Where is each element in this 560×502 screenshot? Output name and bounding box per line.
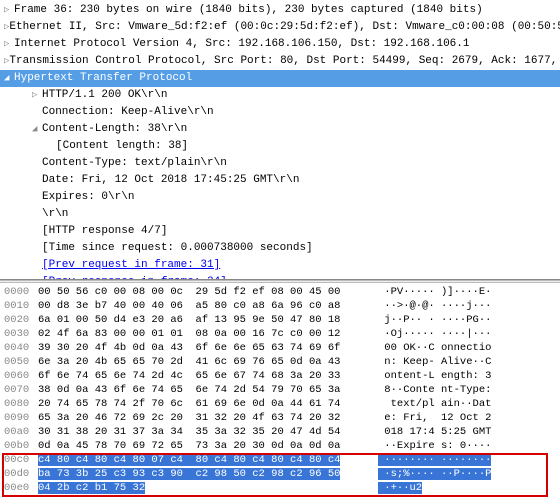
- hex-row[interactable]: 001000 d8 3e b7 40 00 40 06 a5 80 c0 a8 …: [4, 299, 556, 313]
- hex-row[interactable]: 000000 50 56 c0 00 08 00 0c 29 5d f2 ef …: [4, 285, 556, 299]
- hex-row[interactable]: 00506e 3a 20 4b 65 65 70 2d 41 6c 69 76 …: [4, 355, 556, 369]
- ethernet-layer[interactable]: ▷Ethernet II, Src: Vmware_5d:f2:ef (00:0…: [0, 19, 560, 36]
- tcp-layer[interactable]: ▷Transmission Control Protocol, Src Port…: [0, 53, 560, 70]
- hex-row-selected[interactable]: 00c0c4 80 c4 80 c4 80 07 c4 80 c4 80 c4 …: [4, 453, 556, 467]
- hex-row[interactable]: 009065 3a 20 46 72 69 2c 20 31 32 20 4f …: [4, 411, 556, 425]
- http-connection[interactable]: Connection: Keep-Alive\r\n: [0, 104, 560, 121]
- hex-row[interactable]: 008020 74 65 78 74 2f 70 6c 61 69 6e 0d …: [4, 397, 556, 411]
- http-layer[interactable]: ◢Hypertext Transfer Protocol: [0, 70, 560, 87]
- hex-row[interactable]: 004039 30 20 4f 4b 0d 0a 43 6f 6e 6e 65 …: [4, 341, 556, 355]
- hex-row[interactable]: 00b00d 0a 45 78 70 69 72 65 73 3a 20 30 …: [4, 439, 556, 453]
- hex-row-selected[interactable]: 00d0ba 73 3b 25 c3 93 c3 90 c2 98 50 c2 …: [4, 467, 556, 481]
- packet-details-pane[interactable]: ▷Frame 36: 230 bytes on wire (1840 bits)…: [0, 0, 560, 280]
- packet-bytes-pane[interactable]: 000000 50 56 c0 00 08 00 0c 29 5d f2 ef …: [0, 283, 560, 497]
- http-content-length-value[interactable]: [Content length: 38]: [0, 138, 560, 155]
- http-content-type[interactable]: Content-Type: text/plain\r\n: [0, 155, 560, 172]
- hex-row[interactable]: 00206a 01 00 50 d4 e3 20 a6 af 13 95 9e …: [4, 313, 556, 327]
- http-crlf[interactable]: \r\n: [0, 206, 560, 223]
- http-status[interactable]: ▷HTTP/1.1 200 OK\r\n: [0, 87, 560, 104]
- http-prev-request[interactable]: [Prev request in frame: 31]: [0, 257, 560, 274]
- hex-row[interactable]: 003002 4f 6a 83 00 00 01 01 08 0a 00 16 …: [4, 327, 556, 341]
- hex-row-selected[interactable]: 00e004 2b c2 b1 75 32 ·+··u2: [4, 481, 556, 495]
- http-date[interactable]: Date: Fri, 12 Oct 2018 17:45:25 GMT\r\n: [0, 172, 560, 189]
- hex-row[interactable]: 00606f 6e 74 65 6e 74 2d 4c 65 6e 67 74 …: [4, 369, 556, 383]
- hex-row[interactable]: 007038 0d 0a 43 6f 6e 74 65 6e 74 2d 54 …: [4, 383, 556, 397]
- hex-row[interactable]: 00a030 31 38 20 31 37 3a 34 35 3a 32 35 …: [4, 425, 556, 439]
- ip-layer[interactable]: ▷Internet Protocol Version 4, Src: 192.1…: [0, 36, 560, 53]
- http-content-length[interactable]: ◢Content-Length: 38\r\n: [0, 121, 560, 138]
- http-expires[interactable]: Expires: 0\r\n: [0, 189, 560, 206]
- http-response-num[interactable]: [HTTP response 4/7]: [0, 223, 560, 240]
- http-time-since[interactable]: [Time since request: 0.000738000 seconds…: [0, 240, 560, 257]
- frame-summary[interactable]: ▷Frame 36: 230 bytes on wire (1840 bits)…: [0, 2, 560, 19]
